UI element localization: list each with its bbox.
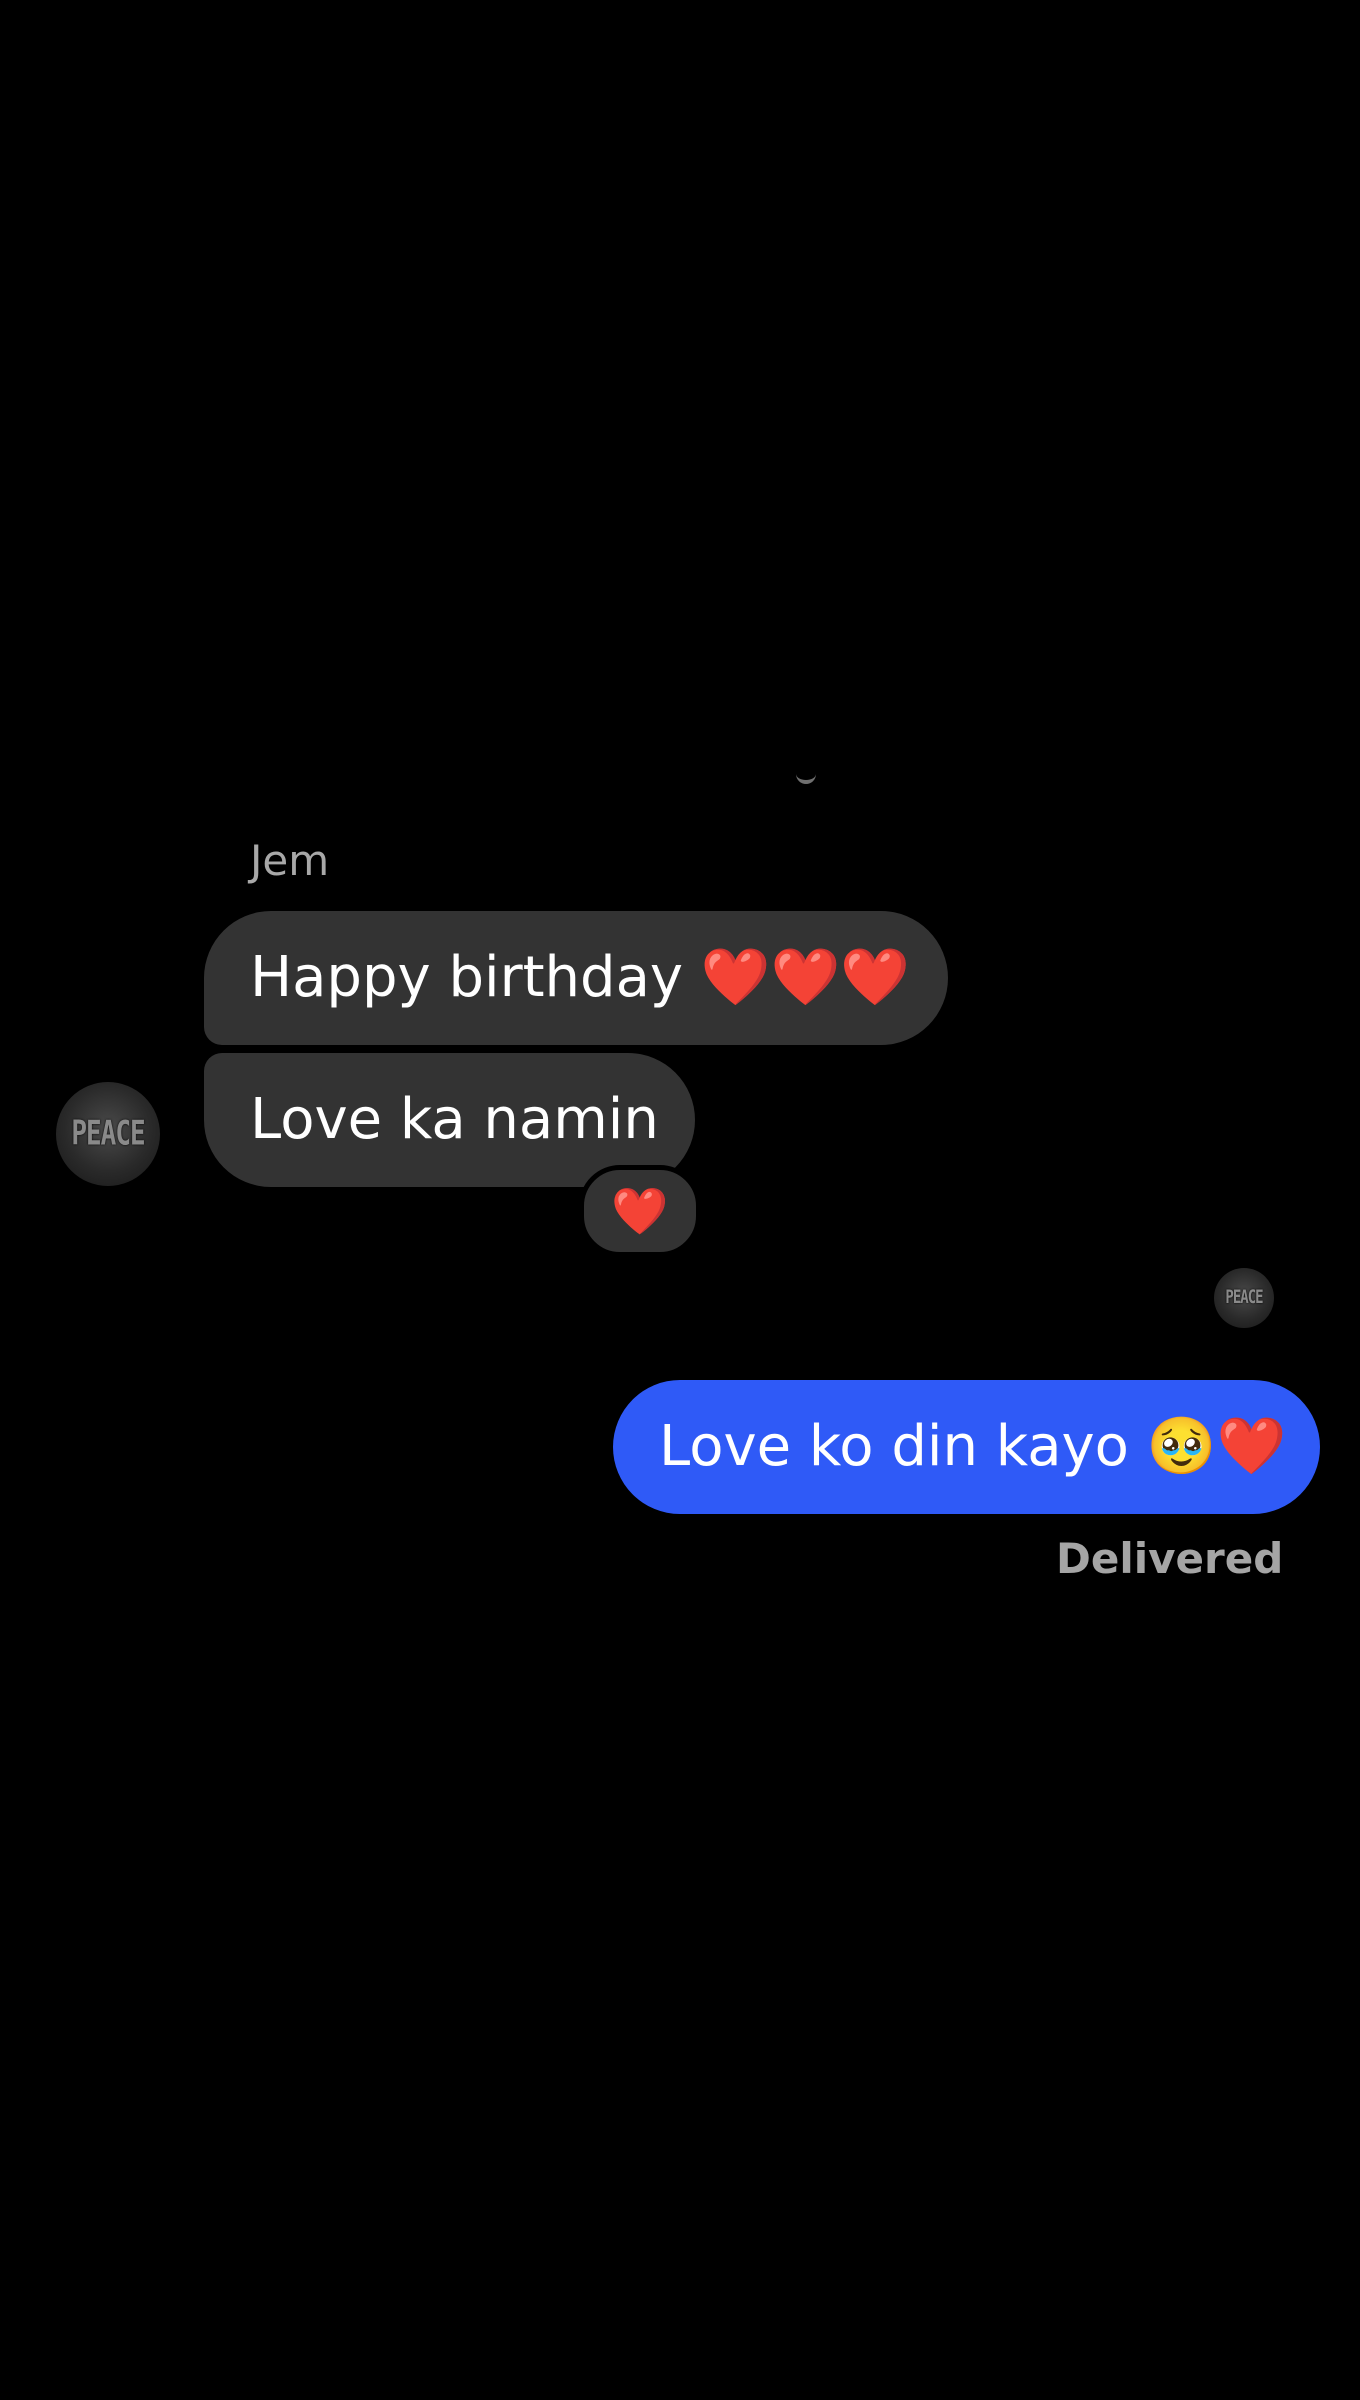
outgoing-message-bubble[interactable]: Love ko din kayo 🥹❤️ [613,1380,1320,1514]
avatar-label: PEACE [71,1114,145,1154]
contact-avatar-icon[interactable]: PEACE [56,1082,160,1186]
delivery-status: Delivered [1056,1534,1284,1583]
message-text: Love ko din kayo 🥹❤️ [659,1414,1287,1479]
message-text: Love ka namin [250,1087,659,1152]
sender-name: Jem [250,836,330,885]
incoming-message-bubble[interactable]: Happy birthday ❤️❤️❤️ [204,911,948,1045]
seen-avatar-icon: PEACE [1214,1268,1274,1328]
heart-icon: ❤️ [611,1184,669,1238]
clipped-text-fragment [796,768,816,784]
avatar-label: PEACE [1225,1287,1263,1309]
heart-reaction-badge[interactable]: ❤️ [579,1165,701,1257]
message-text: Happy birthday ❤️❤️❤️ [250,945,911,1010]
